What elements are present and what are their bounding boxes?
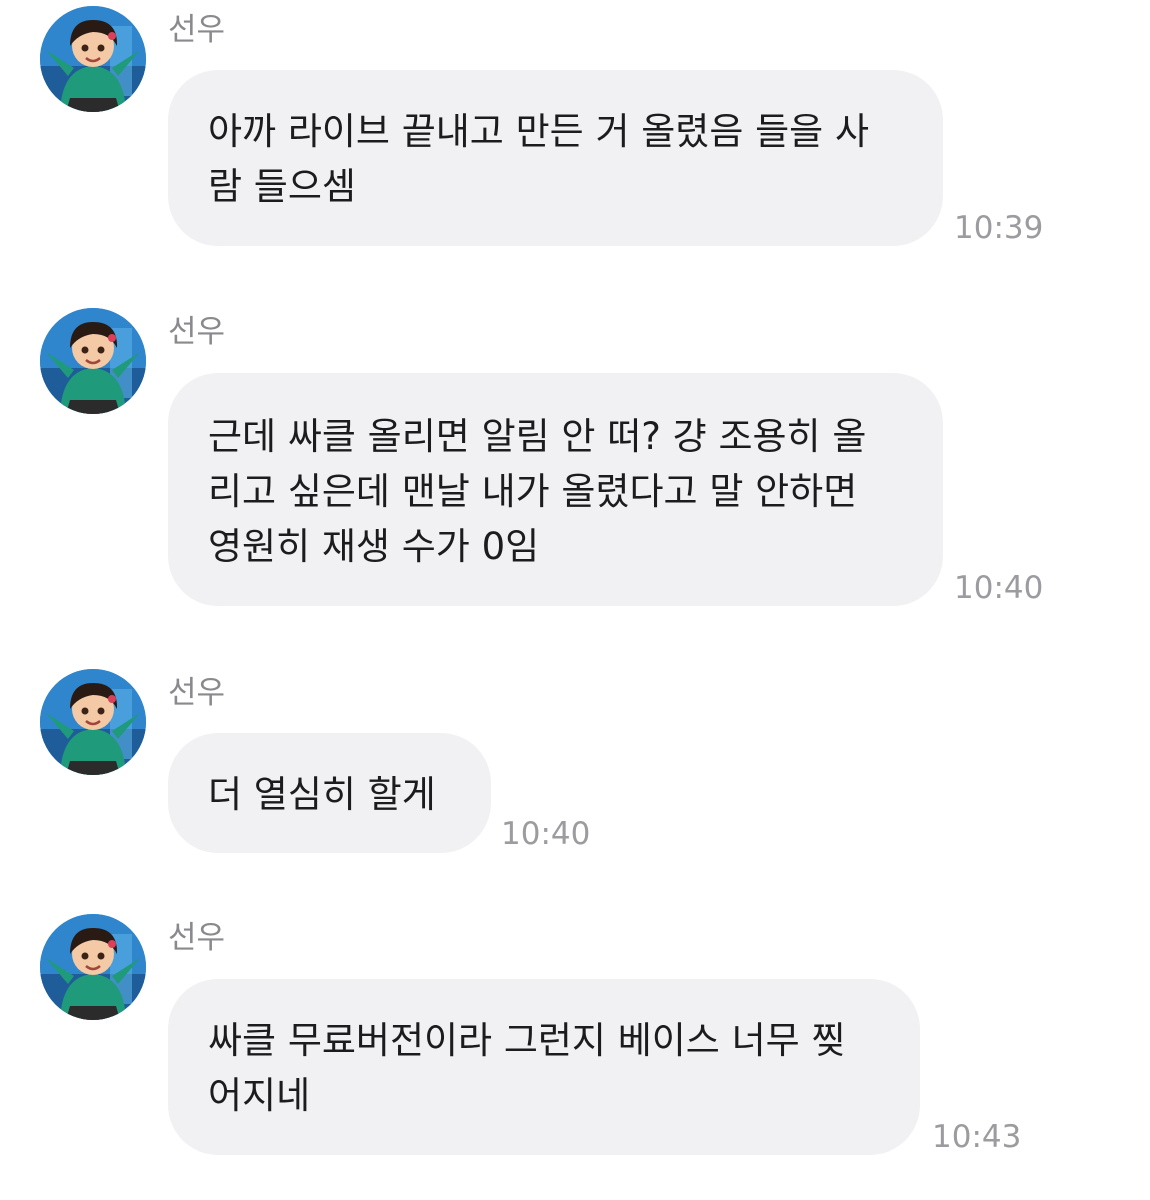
message-bubble[interactable]: 더 열심히 할게: [168, 733, 491, 853]
message-text-line: 더 열심히 할게: [208, 773, 436, 816]
sender-name: 선우: [168, 314, 226, 350]
message-text-line: 근데 싸클 올리면 알림 안 떠? 걍 조용히 올: [208, 415, 867, 458]
sender-name: 선우: [168, 12, 226, 48]
message-timestamp: 10:39: [954, 210, 1044, 246]
girl-character-avatar-icon: [40, 669, 146, 775]
message-text-line: 람 들으셈: [208, 165, 356, 208]
message-timestamp: 10:43: [932, 1119, 1022, 1155]
sender-name: 선우: [168, 920, 226, 956]
girl-character-avatar-icon: [40, 6, 146, 112]
message-text-line: 리고 싶은데 맨날 내가 올렸다고 말 안하면: [208, 470, 858, 513]
sender-avatar[interactable]: [40, 308, 146, 414]
message-timestamp: 10:40: [501, 816, 591, 852]
sender-name: 선우: [168, 675, 226, 711]
message-text-line: 싸클 무료버전이라 그런지 베이스 너무 찢: [208, 1019, 846, 1062]
sender-avatar[interactable]: [40, 6, 146, 112]
message-timestamp: 10:40: [954, 570, 1044, 606]
sender-avatar[interactable]: [40, 914, 146, 1020]
message-text-line: 영원히 재생 수가 0임: [208, 525, 540, 568]
message-text-line: 아까 라이브 끝내고 만든 거 올렸음 들을 사: [208, 110, 870, 153]
girl-character-avatar-icon: [40, 308, 146, 414]
message-bubble[interactable]: 근데 싸클 올리면 알림 안 떠? 걍 조용히 올 리고 싶은데 맨날 내가 올…: [168, 373, 943, 606]
message-bubble[interactable]: 싸클 무료버전이라 그런지 베이스 너무 찢 어지네: [168, 979, 920, 1155]
message-bubble[interactable]: 아까 라이브 끝내고 만든 거 올렸음 들을 사 람 들으셈: [168, 70, 943, 246]
sender-avatar[interactable]: [40, 669, 146, 775]
message-text-line: 어지네: [208, 1074, 311, 1117]
girl-character-avatar-icon: [40, 914, 146, 1020]
